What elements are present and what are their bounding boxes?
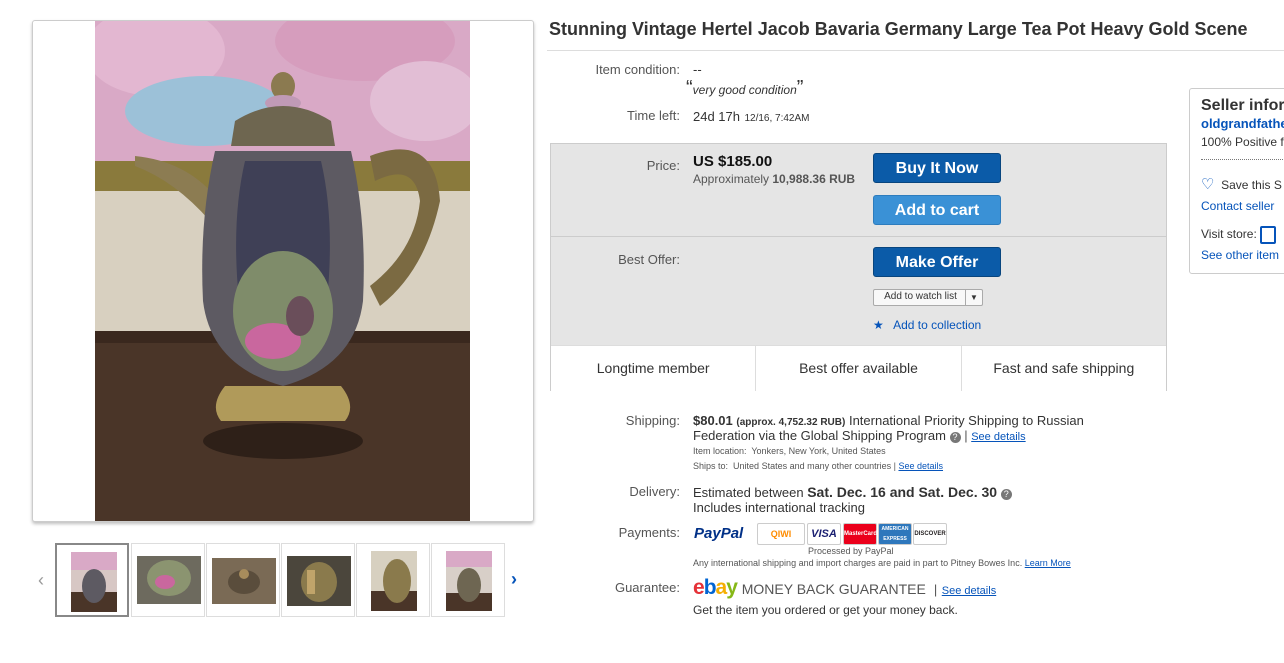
time-left: 24d 17h 12/16, 7:42AM [693,108,810,126]
time-left-value: 24d 17h [693,109,740,124]
shipping-service-1: International Priority Shipping to Russi… [848,413,1084,428]
item-title: Stunning Vintage Hertel Jacob Bavaria Ge… [549,19,1248,39]
visit-store-label: Visit store: [1201,227,1257,242]
ships-to-value: United States and many other countries [733,461,892,471]
add-to-collection-link[interactable]: ★ Add to collection [873,318,981,332]
shipping-see-details-link[interactable]: See details [971,431,1025,443]
chevron-down-icon[interactable]: ▼ [965,290,982,305]
delivery-label: Delivery: [629,484,680,499]
shipping-cost: $80.01 [693,413,733,428]
approx-prefix: Approximately [693,172,770,186]
shipping-line-1: $80.01 (approx. 4,752.32 RUB) Internatio… [693,413,1084,428]
shipping-service-2: Federation via the Global Shipping Progr… [693,428,946,443]
feature-longtime-member: Longtime member [551,346,757,391]
gallery-thumb-6[interactable] [431,543,505,617]
condition-quote: very good condition [692,83,797,97]
main-image-frame[interactable] [32,20,534,522]
seller-feedback: 100% Positive f [1201,135,1284,149]
thumb-image [212,558,276,604]
main-teapot-photo[interactable] [95,21,470,521]
condition-value: -- [693,62,702,77]
save-seller-link[interactable]: ♡ Save this S [1201,175,1282,193]
gallery-thumb-4[interactable] [281,543,355,617]
visit-store[interactable]: Visit store: [1201,226,1277,244]
watch-list-label: Add to watch list [884,291,957,302]
ships-to: Ships to: United States and many other c… [693,461,944,471]
best-offer-label: Best Offer: [618,252,680,267]
visa-logo: VISA [807,523,841,545]
price-label: Price: [646,158,680,173]
buy-it-now-button[interactable]: Buy It Now [873,153,1001,183]
qiwi-logo: QIWI [757,523,805,545]
save-seller-label: Save this S [1221,178,1282,192]
guarantee-sub: Get the item you ordered or get your mon… [693,603,958,617]
time-left-label: Time left: [627,108,680,123]
learn-more-link[interactable]: Learn More [1025,558,1071,568]
ebay-logo: ebay [693,576,738,599]
amex-logo: AMERICAN EXPRESS [878,523,912,545]
ships-to-label: Ships to: [693,461,729,471]
price-value: US $185.00 [693,153,773,170]
thumb-image [446,551,492,611]
store-icon [1260,226,1277,244]
title-divider [547,50,1284,51]
delivery-prefix: Estimated between [693,485,804,500]
price-approx: Approximately 10,988.36 RUB [693,172,855,186]
add-to-cart-button[interactable]: Add to cart [873,195,1001,225]
heart-icon: ♡ [1201,176,1215,193]
thumb-image [287,556,351,606]
discover-logo: DISCOVER [913,523,947,545]
buy-box-divider [551,236,1166,237]
help-icon[interactable]: ? [949,432,961,443]
delivery-tracking: Includes international tracking [693,500,865,515]
add-to-watch-list-button[interactable]: Add to watch list ▼ [873,289,983,306]
gallery-prev-arrow-icon[interactable]: ‹ [38,570,44,591]
seller-info-heading: Seller infor [1201,97,1284,114]
guarantee-text: MONEY BACK GUARANTEE [741,581,926,597]
mastercard-logo: MasterCard [843,523,877,545]
pitney-bowes-text: Any international shipping and import ch… [693,558,1023,568]
star-icon: ★ [873,318,884,332]
item-location-label: Item location: [693,446,747,456]
make-offer-button[interactable]: Make Offer [873,247,1001,277]
feature-best-offer: Best offer available [756,346,962,391]
contact-seller-link[interactable]: Contact seller [1201,199,1274,213]
shipping-approx: (approx. 4,752.32 RUB) [736,417,846,428]
gallery-next-arrow-icon[interactable]: › [511,569,517,590]
item-location-value: Yonkers, New York, United States [751,446,886,456]
guarantee-see-details-link[interactable]: See details [942,585,996,597]
time-left-end: 12/16, 7:42AM [744,113,810,124]
condition-description: “very good condition” [686,77,804,99]
gallery-thumb-5[interactable] [356,543,430,617]
feature-fast-shipping: Fast and safe shipping [993,360,1135,376]
seller-divider [1201,159,1284,160]
pitney-bowes-note: Any international shipping and import ch… [693,558,1071,568]
help-icon[interactable]: ? [1000,489,1012,500]
item-location: Item location: Yonkers, New York, United… [693,446,886,456]
payments-label: Payments: [618,525,680,540]
gallery-thumb-1[interactable] [55,543,129,617]
ships-to-see-details-link[interactable]: See details [898,461,943,471]
shipping-line-2: Federation via the Global Shipping Progr… [693,428,1026,443]
paypal-logo: PayPal [694,525,743,542]
shipping-label: Shipping: [625,413,680,428]
thumb-image [71,552,117,612]
money-back-guarantee: ebay MONEY BACK GUARANTEE | See details [693,576,997,599]
delivery-estimate: Estimated between Sat. Dec. 16 and Sat. … [693,484,1012,500]
paypal-text: PayPal [694,525,744,542]
guarantee-label: Guarantee: [614,580,680,595]
add-to-collection-label: Add to collection [893,318,982,332]
condition-label: Item condition: [595,62,680,77]
seller-info-panel: Seller infor oldgrandfathe 100% Positive… [1189,88,1284,274]
gallery-thumb-2[interactable] [131,543,205,617]
see-other-items-link[interactable]: See other item [1201,248,1279,262]
delivery-dates: Sat. Dec. 16 and Sat. Dec. 30 [807,484,998,500]
gallery-thumb-3[interactable] [206,543,280,617]
processed-by-paypal: Processed by PayPal [808,546,894,556]
feature-highlights: Longtime member Best offer available Fas… [551,345,1166,391]
thumb-image [137,556,201,604]
thumb-image [371,551,417,611]
seller-name-link[interactable]: oldgrandfathe [1201,116,1284,131]
approx-value: 10,988.36 RUB [772,172,856,186]
